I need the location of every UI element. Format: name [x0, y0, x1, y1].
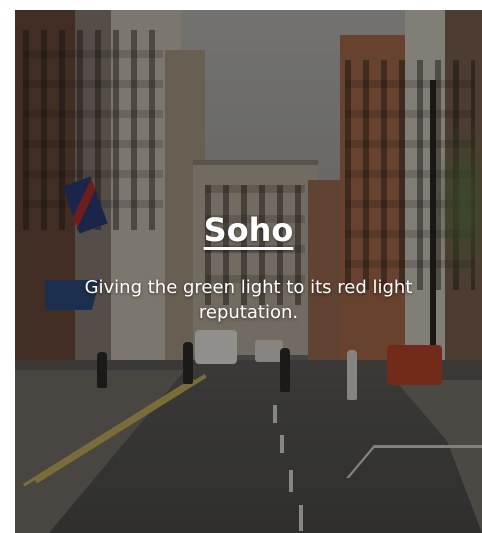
card-description: Giving the green light to its red light … — [84, 277, 413, 323]
card-title-link[interactable]: Soho — [15, 210, 482, 250]
location-card[interactable]: Soho Giving the green light to its red l… — [15, 10, 482, 533]
card-text-overlay: Soho Giving the green light to its red l… — [15, 10, 482, 533]
